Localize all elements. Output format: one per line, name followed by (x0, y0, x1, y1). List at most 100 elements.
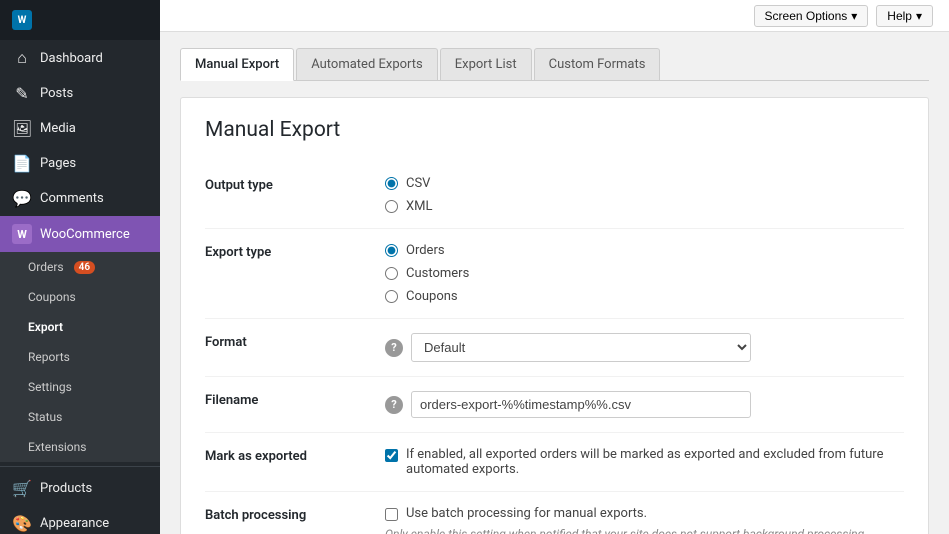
media-icon: 🖼 (12, 119, 32, 138)
sidebar-item-extensions[interactable]: Extensions (0, 432, 160, 462)
filename-label: Filename (205, 391, 385, 408)
batch-processing-checkbox[interactable] (385, 508, 398, 521)
export-type-radio-group: Orders Customers Coupons (385, 243, 904, 304)
export-coupons-option[interactable]: Coupons (385, 289, 904, 304)
batch-processing-checkbox-row: Use batch processing for manual exports. (385, 506, 904, 521)
export-coupons-radio[interactable] (385, 290, 398, 303)
divider-1 (0, 466, 160, 467)
screen-options-label: Screen Options (765, 9, 848, 23)
output-csv-label: CSV (406, 176, 430, 191)
output-xml-label: XML (406, 199, 433, 214)
products-icon: 🛒 (12, 479, 32, 498)
batch-processing-description: Use batch processing for manual exports. (406, 506, 647, 521)
posts-icon: ✎ (12, 84, 32, 103)
tab-automated-exports[interactable]: Automated Exports (296, 48, 438, 80)
tab-manual-label: Manual Export (195, 57, 279, 72)
main-area: Screen Options ▾ Help ▾ Manual Export Au… (160, 0, 949, 534)
sidebar-item-settings[interactable]: Settings (0, 372, 160, 402)
sidebar-item-products[interactable]: 🛒 Products (0, 471, 160, 506)
reports-label: Reports (28, 350, 70, 364)
export-coupons-label: Coupons (406, 289, 458, 304)
sidebar-item-label: Pages (40, 156, 76, 171)
filename-input[interactable] (411, 391, 751, 418)
export-customers-option[interactable]: Customers (385, 266, 904, 281)
help-chevron: ▾ (916, 9, 922, 23)
tab-manual-export[interactable]: Manual Export (180, 48, 294, 81)
format-select-group: ? Default (385, 333, 904, 362)
export-orders-label: Orders (406, 243, 445, 258)
sidebar-item-reports[interactable]: Reports (0, 342, 160, 372)
export-type-label: Export type (205, 243, 385, 260)
page-title: Manual Export (205, 118, 904, 142)
comments-icon: 💬 (12, 189, 32, 208)
format-label: Format (205, 333, 385, 350)
tab-custom-label: Custom Formats (549, 57, 646, 72)
sidebar-item-media[interactable]: 🖼 Media (0, 111, 160, 146)
output-xml-option[interactable]: XML (385, 199, 904, 214)
filename-help-icon[interactable]: ? (385, 396, 403, 414)
products-label: Products (40, 481, 92, 496)
output-xml-radio[interactable] (385, 200, 398, 213)
sidebar-item-export[interactable]: Export (0, 312, 160, 342)
woocommerce-submenu: Orders 46 Coupons Export Reports Setting… (0, 252, 160, 462)
tab-bar: Manual Export Automated Exports Export L… (180, 48, 929, 81)
topbar: Screen Options ▾ Help ▾ (160, 0, 949, 32)
sidebar-item-label: Comments (40, 191, 104, 206)
tab-list-label: Export List (455, 57, 517, 72)
batch-processing-label: Batch processing (205, 506, 385, 523)
mark-exported-description: If enabled, all exported orders will be … (406, 447, 904, 477)
export-customers-radio[interactable] (385, 267, 398, 280)
appearance-label: Appearance (40, 516, 109, 531)
format-select[interactable]: Default (411, 333, 751, 362)
pages-icon: 📄 (12, 154, 32, 173)
batch-processing-control: Use batch processing for manual exports.… (385, 506, 904, 534)
sidebar-item-woocommerce[interactable]: W WooCommerce (0, 216, 160, 252)
sidebar-item-posts[interactable]: ✎ Posts (0, 76, 160, 111)
sidebar-item-dashboard[interactable]: ⌂ Dashboard (0, 40, 160, 76)
export-type-row: Export type Orders Customers (205, 229, 904, 319)
sidebar-item-comments[interactable]: 💬 Comments (0, 181, 160, 216)
help-label: Help (887, 9, 912, 23)
appearance-icon: 🎨 (12, 514, 32, 533)
help-button[interactable]: Help ▾ (876, 5, 933, 27)
batch-processing-row: Batch processing Use batch processing fo… (205, 492, 904, 534)
extensions-label: Extensions (28, 440, 86, 454)
tab-custom-formats[interactable]: Custom Formats (534, 48, 661, 80)
sidebar-item-label: Media (40, 121, 76, 136)
status-label: Status (28, 410, 62, 424)
filename-input-group: ? (385, 391, 904, 418)
dashboard-icon: ⌂ (12, 48, 32, 68)
coupons-label: Coupons (28, 290, 76, 304)
format-help-icon[interactable]: ? (385, 339, 403, 357)
screen-options-button[interactable]: Screen Options ▾ (754, 5, 869, 27)
mark-exported-row: Mark as exported If enabled, all exporte… (205, 433, 904, 492)
output-csv-option[interactable]: CSV (385, 176, 904, 191)
site-logo[interactable]: W (0, 0, 160, 40)
sidebar-item-appearance[interactable]: 🎨 Appearance (0, 506, 160, 534)
sidebar-item-coupons[interactable]: Coupons (0, 282, 160, 312)
sidebar-item-status[interactable]: Status (0, 402, 160, 432)
orders-badge: 46 (74, 261, 95, 274)
export-label: Export (28, 320, 63, 334)
output-csv-radio[interactable] (385, 177, 398, 190)
mark-exported-label: Mark as exported (205, 447, 385, 464)
wp-icon: W (12, 10, 32, 30)
output-type-label: Output type (205, 176, 385, 193)
export-orders-radio[interactable] (385, 244, 398, 257)
tab-export-list[interactable]: Export List (440, 48, 532, 80)
export-card: Manual Export Output type CSV XML (180, 97, 929, 534)
output-type-radio-group: CSV XML (385, 176, 904, 214)
mark-exported-control: If enabled, all exported orders will be … (385, 447, 904, 477)
mark-exported-checkbox[interactable] (385, 449, 398, 462)
sidebar-item-pages[interactable]: 📄 Pages (0, 146, 160, 181)
settings-label: Settings (28, 380, 72, 394)
tab-automated-label: Automated Exports (311, 57, 423, 72)
sidebar-woocommerce-label: WooCommerce (40, 227, 130, 242)
export-type-control: Orders Customers Coupons (385, 243, 904, 304)
sidebar-item-label: Dashboard (40, 51, 103, 66)
sidebar-item-orders[interactable]: Orders 46 (0, 252, 160, 282)
format-control: ? Default (385, 333, 904, 362)
sidebar-item-label: Posts (40, 86, 73, 101)
export-orders-option[interactable]: Orders (385, 243, 904, 258)
screen-options-chevron: ▾ (851, 9, 857, 23)
